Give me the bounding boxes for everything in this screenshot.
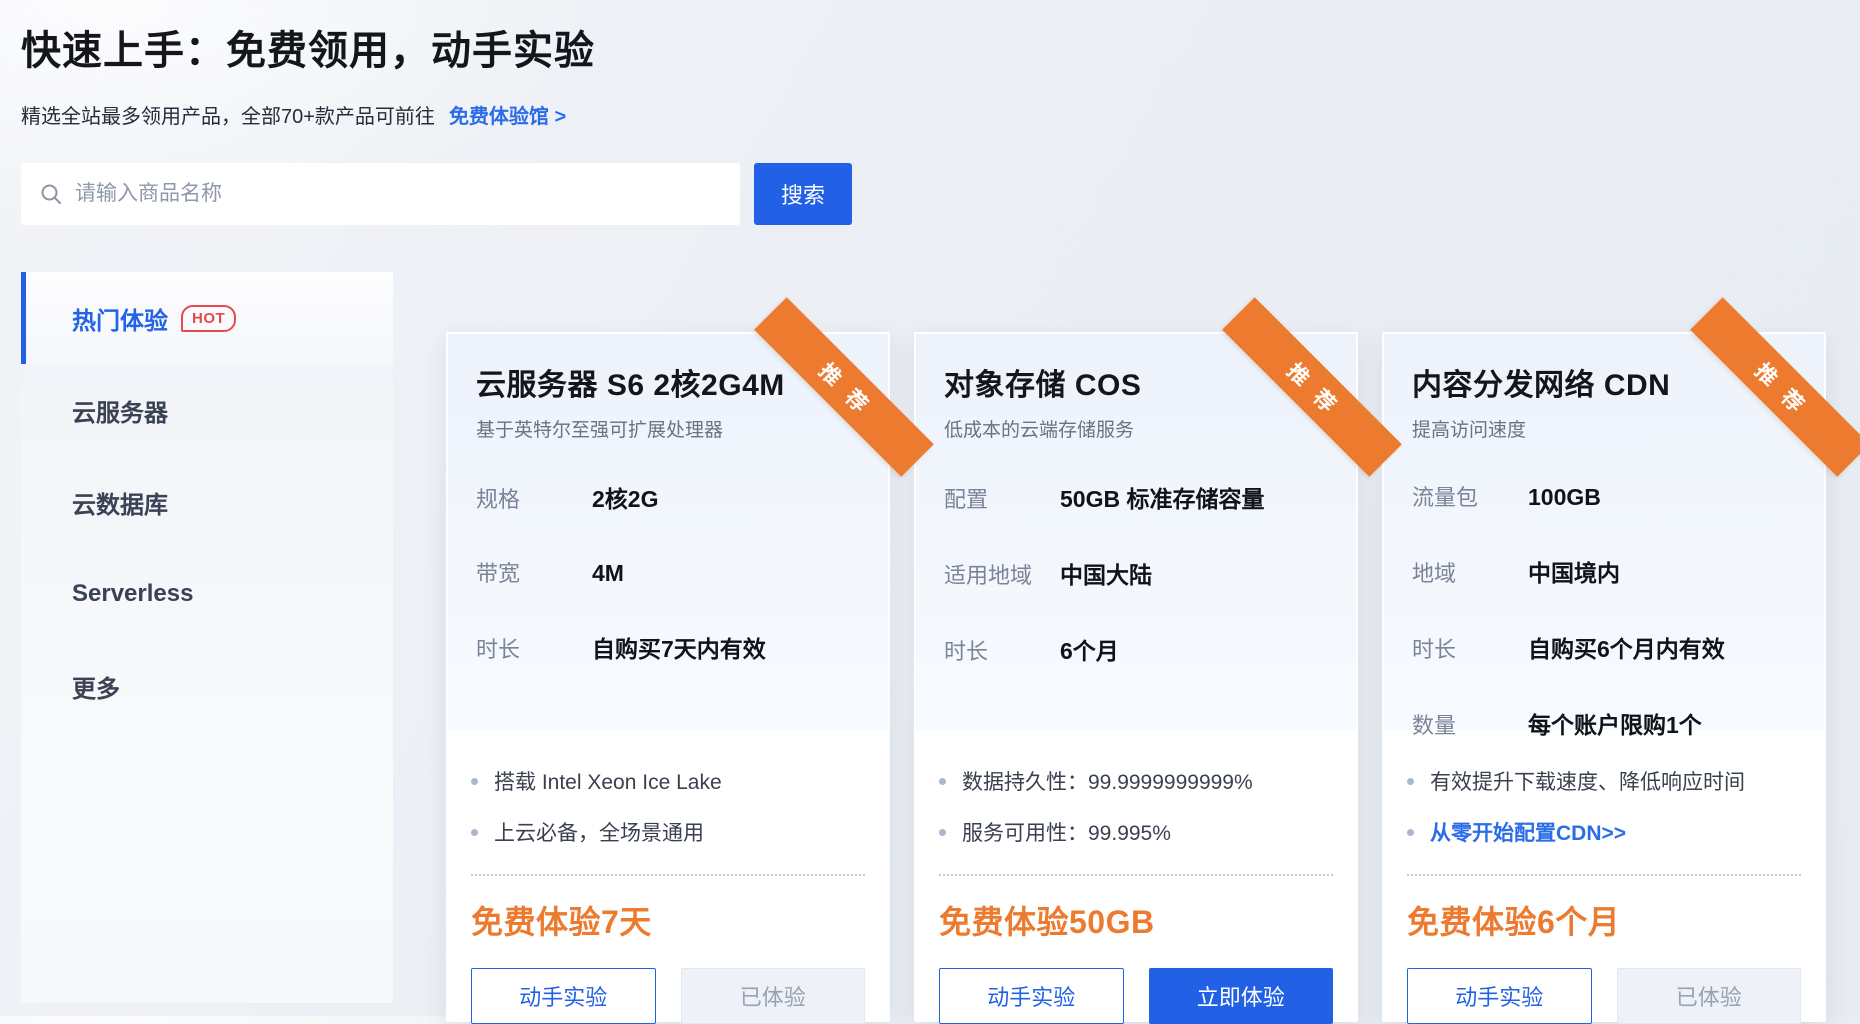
sidebar-item-label: 云服务器 bbox=[72, 393, 168, 428]
spec-row: 适用地域 中国大陆 bbox=[944, 556, 1328, 590]
spec-list: 配置 50GB 标准存储容量 适用地域 中国大陆 时长 6个月 bbox=[944, 480, 1328, 666]
feature-list: 有效提升下载速度、降低响应时间 从零开始配置CDN>> bbox=[1407, 766, 1801, 847]
sidebar-item-cloud-database[interactable]: 云数据库 bbox=[21, 456, 393, 548]
product-card-cos: 推荐 对象存储 COS 低成本的云端存储服务 配置 50GB 标准存储容量 适用… bbox=[914, 332, 1358, 1022]
spec-label: 时长 bbox=[944, 634, 1060, 666]
feature-list: 搭载 Intel Xeon Ice Lake 上云必备，全场景通用 bbox=[471, 766, 865, 847]
spec-value: 6个月 bbox=[1060, 632, 1119, 666]
search-button[interactable]: 搜索 bbox=[754, 163, 852, 225]
spec-row: 地域 中国境内 bbox=[1412, 554, 1796, 588]
sidebar-item-label: 云数据库 bbox=[72, 485, 168, 520]
card-spec-panel: 云服务器 S6 2核2G4M 基于英特尔至强可扩展处理器 规格 2核2G 带宽 … bbox=[448, 334, 888, 730]
spec-label: 流量包 bbox=[1412, 480, 1528, 512]
spec-label: 数量 bbox=[1412, 708, 1528, 740]
offer-text: 免费体验6个月 bbox=[1407, 897, 1801, 943]
bullet-dot-icon bbox=[1407, 829, 1414, 836]
card-subtitle: 低成本的云端存储服务 bbox=[944, 415, 1328, 442]
ribbon-fold-icon bbox=[1824, 436, 1838, 450]
spec-label: 配置 bbox=[944, 482, 1060, 514]
card-title: 云服务器 S6 2核2G4M bbox=[476, 360, 860, 404]
feature-item: 有效提升下载速度、降低响应时间 bbox=[1407, 766, 1801, 796]
page-subtitle: 精选全站最多领用产品，全部70+款产品可前往 免费体验馆 > bbox=[21, 100, 1860, 129]
product-cards: 推荐 云服务器 S6 2核2G4M 基于英特尔至强可扩展处理器 规格 2核2G … bbox=[446, 272, 1826, 1003]
spec-value: 100GB bbox=[1528, 484, 1601, 511]
search-input[interactable] bbox=[75, 182, 722, 206]
spec-row: 带宽 4M bbox=[476, 556, 860, 588]
feature-list: 数据持久性：99.9999999999% 服务可用性：99.995% bbox=[939, 766, 1333, 847]
spec-list: 规格 2核2G 带宽 4M 时长 自购买7天内有效 bbox=[476, 480, 860, 664]
spec-value: 中国境内 bbox=[1528, 554, 1620, 588]
sidebar-item-label: 更多 bbox=[72, 669, 120, 704]
spec-label: 时长 bbox=[1412, 632, 1528, 664]
card-title: 内容分发网络 CDN bbox=[1412, 360, 1796, 404]
sidebar-item-label: Serverless bbox=[72, 580, 193, 608]
card-spec-panel: 内容分发网络 CDN 提高访问速度 流量包 100GB 地域 中国境内 时长 bbox=[1384, 334, 1824, 730]
product-card-cvm: 推荐 云服务器 S6 2核2G4M 基于英特尔至强可扩展处理器 规格 2核2G … bbox=[446, 332, 890, 1022]
category-sidebar: 热门体验 HOT 云服务器 云数据库 Serverless 更多 bbox=[21, 272, 393, 1003]
bullet-dot-icon bbox=[939, 829, 946, 836]
spec-row: 时长 自购买6个月内有效 bbox=[1412, 630, 1796, 664]
sidebar-item-hot-experience[interactable]: 热门体验 HOT bbox=[21, 272, 393, 364]
spec-label: 时长 bbox=[476, 632, 592, 664]
bullet-dot-icon bbox=[939, 778, 946, 785]
cdn-config-guide-link[interactable]: 从零开始配置CDN>> bbox=[1407, 817, 1801, 847]
dotted-divider bbox=[939, 874, 1333, 876]
offer-text: 免费体验7天 bbox=[471, 897, 865, 943]
spec-label: 规格 bbox=[476, 482, 592, 514]
search-input-container bbox=[21, 163, 740, 225]
sidebar-item-cloud-server[interactable]: 云服务器 bbox=[21, 364, 393, 456]
product-card-cdn: 推荐 内容分发网络 CDN 提高访问速度 流量包 100GB 地域 中国境内 bbox=[1382, 332, 1826, 1022]
card-spec-panel: 对象存储 COS 低成本的云端存储服务 配置 50GB 标准存储容量 适用地域 … bbox=[916, 334, 1356, 730]
search-icon bbox=[39, 182, 63, 206]
hot-badge: HOT bbox=[181, 305, 236, 332]
ribbon-fold-icon bbox=[1356, 436, 1370, 450]
card-detail-panel: 搭载 Intel Xeon Ice Lake 上云必备，全场景通用 免费体验7天… bbox=[446, 730, 890, 1024]
feature-item: 搭载 Intel Xeon Ice Lake bbox=[471, 766, 865, 796]
page-title: 快速上手：免费领用，动手实验 bbox=[21, 0, 1860, 76]
feature-item: 数据持久性：99.9999999999% bbox=[939, 766, 1333, 796]
sidebar-item-more[interactable]: 更多 bbox=[21, 640, 393, 732]
spec-label: 带宽 bbox=[476, 556, 592, 588]
spec-row: 时长 6个月 bbox=[944, 632, 1328, 666]
spec-row: 时长 自购买7天内有效 bbox=[476, 630, 860, 664]
bullet-dot-icon bbox=[471, 829, 478, 836]
spec-row: 流量包 100GB bbox=[1412, 480, 1796, 512]
card-subtitle: 提高访问速度 bbox=[1412, 415, 1796, 442]
spec-value: 50GB 标准存储容量 bbox=[1060, 480, 1264, 514]
subtitle-text: 精选全站最多领用产品，全部70+款产品可前往 bbox=[21, 100, 435, 129]
free-trial-hall-link[interactable]: 免费体验馆 > bbox=[449, 100, 566, 129]
card-detail-panel: 数据持久性：99.9999999999% 服务可用性：99.995% 免费体验5… bbox=[914, 730, 1358, 1024]
bullet-dot-icon bbox=[1407, 778, 1414, 785]
card-title: 对象存储 COS bbox=[944, 360, 1328, 404]
search-bar: 搜索 bbox=[21, 163, 1860, 225]
dotted-divider bbox=[471, 874, 865, 876]
spec-value: 中国大陆 bbox=[1060, 556, 1152, 590]
card-detail-panel: 有效提升下载速度、降低响应时间 从零开始配置CDN>> 免费体验6个月 动手实验… bbox=[1382, 730, 1826, 1024]
ribbon-fold-icon bbox=[888, 436, 902, 450]
spec-label: 地域 bbox=[1412, 556, 1528, 588]
spec-value: 自购买7天内有效 bbox=[592, 630, 766, 664]
spec-list: 流量包 100GB 地域 中国境内 时长 自购买6个月内有效 数量 bbox=[1412, 480, 1796, 740]
bullet-dot-icon bbox=[471, 778, 478, 785]
spec-row: 规格 2核2G bbox=[476, 480, 860, 514]
spec-value: 自购买6个月内有效 bbox=[1528, 630, 1725, 664]
sidebar-item-label: 热门体验 bbox=[72, 301, 168, 336]
free-trial-page: 快速上手：免费领用，动手实验 精选全站最多领用产品，全部70+款产品可前往 免费… bbox=[0, 0, 1860, 1016]
spec-row: 配置 50GB 标准存储容量 bbox=[944, 480, 1328, 514]
dotted-divider bbox=[1407, 874, 1801, 876]
content-area: 热门体验 HOT 云服务器 云数据库 Serverless 更多 bbox=[21, 272, 1860, 1003]
sidebar-item-serverless[interactable]: Serverless bbox=[21, 548, 393, 640]
spec-value: 4M bbox=[592, 560, 624, 587]
feature-item: 上云必备，全场景通用 bbox=[471, 817, 865, 847]
card-subtitle: 基于英特尔至强可扩展处理器 bbox=[476, 415, 860, 442]
spec-value: 2核2G bbox=[592, 480, 658, 514]
feature-item: 服务可用性：99.995% bbox=[939, 817, 1333, 847]
spec-value: 每个账户限购1个 bbox=[1528, 706, 1702, 740]
spec-label: 适用地域 bbox=[944, 558, 1060, 590]
offer-text: 免费体验50GB bbox=[939, 897, 1333, 943]
